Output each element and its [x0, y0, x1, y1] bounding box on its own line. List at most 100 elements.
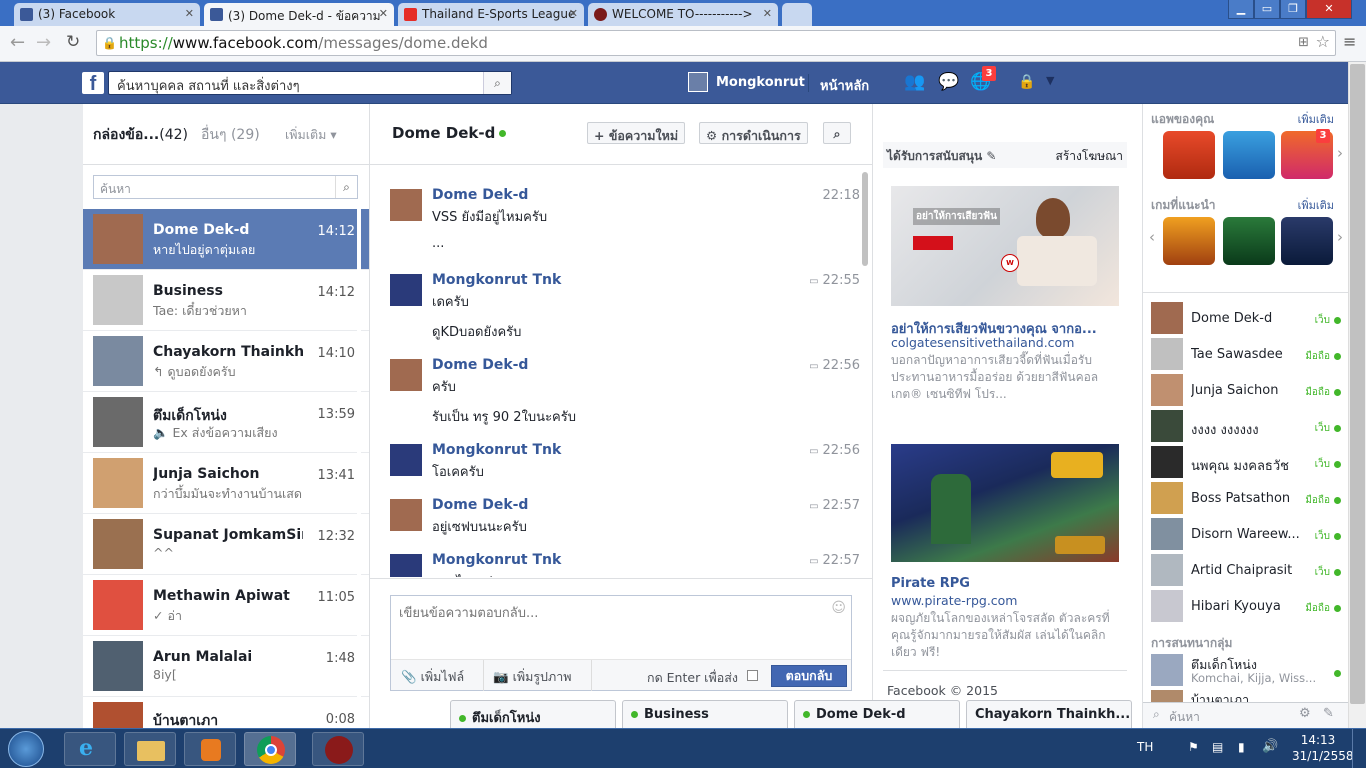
browser-tab-active[interactable]: (3) Dome Dek-d - ข้อความ ✕: [204, 3, 394, 26]
back-icon[interactable]: ←: [10, 32, 25, 53]
conversation-item[interactable]: Arun Malalai 1:48 8iy[: [83, 636, 369, 697]
reply-input[interactable]: [391, 596, 851, 658]
close-icon[interactable]: ✕: [763, 7, 772, 20]
clock-time[interactable]: 14:13: [1294, 733, 1342, 747]
conversation-item[interactable]: Business 14:12 Tae: เดี๋ยวช่วยหา: [83, 270, 369, 331]
sender-name[interactable]: Dome Dek-d: [432, 357, 528, 373]
sender-name[interactable]: Mongkonrut Tnk: [432, 442, 561, 458]
conversation-item[interactable]: บ้านตาเภา 0:08: [83, 697, 369, 728]
avatar[interactable]: [390, 189, 422, 221]
pirate-ad-image[interactable]: [891, 444, 1119, 562]
browser-tab[interactable]: (3) Facebook ✕: [14, 3, 200, 26]
volume-icon[interactable]: 🔊: [1262, 739, 1278, 754]
close-icon[interactable]: ✕: [569, 7, 578, 20]
sender-name[interactable]: Dome Dek-d: [432, 497, 528, 513]
gear-icon[interactable]: ⚙: [1299, 706, 1311, 721]
chat-search-bar[interactable]: ⌕ ค้นหา ⚙ ✎: [1143, 702, 1349, 728]
conversation-item[interactable]: Junja Saichon 13:41 กว่าบึ้มมันจะทำงานบ้าน…: [83, 453, 369, 514]
facebook-logo[interactable]: f: [82, 72, 104, 95]
chevron-right-icon[interactable]: ›: [1337, 228, 1343, 246]
add-file-button[interactable]: 📎 เพิ่มไฟล์: [401, 667, 464, 687]
window-close-button[interactable]: ✕: [1306, 0, 1352, 19]
conversation-search-button[interactable]: ⌕: [823, 122, 851, 144]
search-icon[interactable]: ⌕: [335, 176, 357, 198]
chevron-down-icon[interactable]: ▼: [1046, 74, 1054, 87]
other-tab[interactable]: อื่นๆ (29): [201, 124, 260, 146]
sender-name[interactable]: Mongkonrut Tnk: [432, 552, 561, 568]
bookmark-star-icon[interactable]: ☆: [1316, 30, 1330, 54]
conversation-item[interactable]: Dome Dek-d 14:12 หายไปอยู่ดาตุ่มเลย: [83, 209, 369, 270]
sender-name[interactable]: Mongkonrut Tnk: [432, 272, 561, 288]
friend-requests-icon[interactable]: 👥: [904, 72, 925, 92]
colgate-ad-image[interactable]: อย่าให้การเสียวฟัน W: [891, 186, 1119, 306]
actions-button[interactable]: ⚙ การดำเนินการ: [699, 122, 808, 144]
compose-icon[interactable]: ✎: [1323, 706, 1334, 721]
search-icon[interactable]: ⌕: [483, 72, 511, 94]
chat-friend-item[interactable]: Boss Patsathon มือถือ: [1151, 482, 1341, 518]
flag-icon[interactable]: ⚑: [1188, 740, 1199, 754]
chat-friend-item[interactable]: Disorn Wareew... เว็บ: [1151, 518, 1341, 554]
chat-friend-item[interactable]: Artid Chaiprasit เว็บ: [1151, 554, 1341, 590]
ad-title[interactable]: Pirate RPG: [891, 576, 970, 591]
game-launcher-icon[interactable]: [312, 732, 364, 766]
chat-tab[interactable]: Chayakorn Thainkh...: [966, 700, 1132, 728]
avatar[interactable]: [390, 499, 422, 531]
messages-icon[interactable]: 💬: [938, 72, 959, 92]
start-button[interactable]: [8, 731, 44, 767]
language-indicator[interactable]: TH: [1137, 740, 1153, 754]
game-icon-dragon[interactable]: [1281, 217, 1333, 265]
avatar[interactable]: [688, 72, 708, 92]
app-icon-game[interactable]: [1163, 131, 1215, 179]
inbox-scrollbar[interactable]: [357, 209, 361, 728]
emoji-icon[interactable]: ☺: [831, 600, 846, 616]
avatar[interactable]: [390, 554, 422, 577]
profile-link[interactable]: Mongkonrut: [716, 75, 805, 90]
scrollbar-thumb[interactable]: [1350, 64, 1365, 704]
sender-name[interactable]: Dome Dek-d: [432, 187, 528, 203]
media-player-icon[interactable]: [184, 732, 236, 766]
chat-tab[interactable]: Dome Dek-d: [794, 700, 960, 728]
game-icon-casino[interactable]: [1223, 217, 1275, 265]
file-explorer-icon[interactable]: [124, 732, 176, 766]
group-chat-item[interactable]: บ้านตาเภา: [1151, 690, 1341, 702]
inbox-tab[interactable]: กล่องข้อ...(42): [93, 124, 188, 146]
conversation-item[interactable]: Supanat JomkamSing 12:32 ^^: [83, 514, 369, 575]
ad-url[interactable]: www.pirate-rpg.com: [891, 593, 1017, 608]
user-profile-button[interactable]: ▭: [1254, 0, 1280, 19]
home-link[interactable]: หน้าหลัก: [820, 75, 869, 96]
forward-icon[interactable]: →: [36, 32, 51, 53]
network-device-icon[interactable]: ▤: [1212, 740, 1223, 754]
menu-icon[interactable]: ≡: [1343, 32, 1356, 51]
chat-friend-item[interactable]: Junja Saichon มือถือ: [1151, 374, 1341, 410]
new-message-button[interactable]: + ข้อความใหม่: [587, 122, 686, 144]
thread-scrollbar[interactable]: [862, 172, 868, 266]
new-tab-button[interactable]: [782, 3, 812, 26]
chat-friend-item[interactable]: นพคุณ มงคลธวัช เว็บ: [1151, 446, 1341, 482]
enter-to-send-checkbox[interactable]: [747, 670, 758, 681]
conversation-item[interactable]: Chayakorn Thainkhao 14:10 ↰ ดูบอดยังครับ: [83, 331, 369, 392]
add-photo-button[interactable]: 📷 เพิ่มรูปภาพ: [493, 667, 571, 687]
url-input[interactable]: 🔒 https://www.facebook.com/messages/dome…: [96, 30, 1336, 56]
conversation-item[interactable]: Methawin Apiwat 11:05 ✓ อ่า: [83, 575, 369, 636]
conversation-item[interactable]: ตึมเด็กโหน่ง 13:59 🔈 Ex ส่งข้อความเสียง: [83, 392, 369, 453]
page-scrollbar[interactable]: [1348, 62, 1366, 728]
game-icon-pirate[interactable]: [1163, 217, 1215, 265]
chat-friend-item[interactable]: Dome Dek-d เว็บ: [1151, 302, 1341, 338]
chrome-icon[interactable]: [244, 732, 296, 766]
network-icon[interactable]: ▮: [1238, 740, 1245, 754]
restore-button[interactable]: ❐: [1280, 0, 1306, 19]
browser-tab[interactable]: WELCOME TO-----------> ✕: [588, 3, 778, 26]
chat-friend-item[interactable]: Tae Sawasdee มือถือ: [1151, 338, 1341, 374]
translate-icon[interactable]: ⊞: [1298, 31, 1309, 55]
more-dropdown[interactable]: เพิ่มเติม ▾: [285, 125, 337, 145]
ad-url[interactable]: colgatesensitivethailand.com: [891, 335, 1074, 350]
chat-friend-item[interactable]: งงงง งงงงงง เว็บ: [1151, 410, 1341, 446]
avatar[interactable]: [390, 274, 422, 306]
avatar[interactable]: [390, 359, 422, 391]
browser-tab[interactable]: Thailand E-Sports League ✕: [398, 3, 584, 26]
inbox-search-input[interactable]: ค้นหา ⌕: [93, 175, 358, 199]
reply-button[interactable]: ตอบกลับ: [771, 665, 847, 687]
app-icon-cards[interactable]: [1223, 131, 1275, 179]
create-ad-link[interactable]: สร้างโฆษณา: [1056, 147, 1124, 166]
clock-date[interactable]: 31/1/2558: [1292, 749, 1354, 763]
